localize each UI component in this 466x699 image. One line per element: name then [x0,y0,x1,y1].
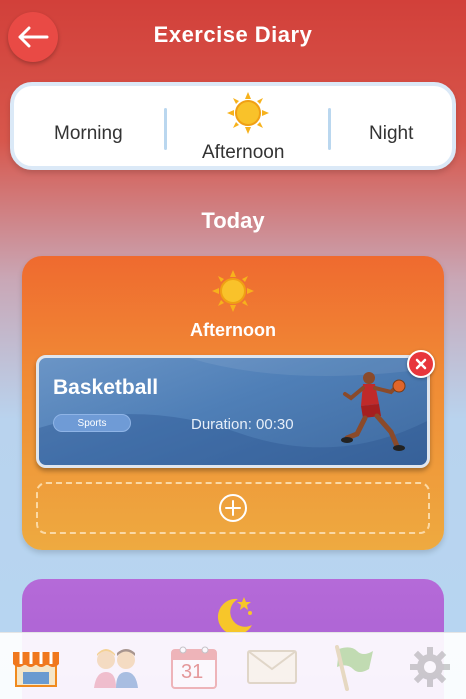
mail-icon [247,650,297,684]
add-exercise-button[interactable] [36,482,430,534]
divider [328,108,331,150]
exercise-name: Basketball [53,376,159,399]
tab-calendar[interactable]: 31 [168,641,220,693]
tab-morning[interactable]: Morning [54,123,123,145]
tab-night[interactable]: Night [369,123,413,145]
shop-icon [13,652,59,687]
moon-icon [217,597,252,635]
category-badge: Sports [53,414,131,432]
plus-circle-icon [219,494,247,522]
tab-messages[interactable] [246,641,298,693]
tab-afternoon[interactable]: Afternoon [202,142,284,164]
duration-text: Duration: 00:30 [191,416,294,433]
time-of-day-selector: Morning Afternoon Night [10,82,456,170]
card-title: Afternoon [190,320,276,340]
gear-icon [410,647,450,687]
header: Exercise Diary [0,0,466,75]
close-icon [415,358,427,370]
sun-icon [227,92,269,134]
tab-shop[interactable] [10,641,62,693]
calendar-date: 31 [181,661,204,683]
tab-settings[interactable] [404,641,456,693]
tab-goals[interactable] [326,641,378,693]
tab-friends[interactable] [90,641,142,693]
afternoon-card: Afternoon Basketball Sports Duration: 00… [22,256,444,550]
basketball-player-icon [341,372,406,451]
delete-entry-button[interactable] [407,350,435,378]
bottom-tab-bar: 31 [0,632,466,699]
flag-icon [335,645,373,691]
friends-icon [94,649,138,688]
divider [164,108,167,150]
exercise-entry[interactable]: Basketball Sports Duration: 00:30 [36,355,430,468]
section-heading-today: Today [201,208,265,233]
page-title: Exercise Diary [153,22,313,47]
sun-icon [212,270,254,312]
